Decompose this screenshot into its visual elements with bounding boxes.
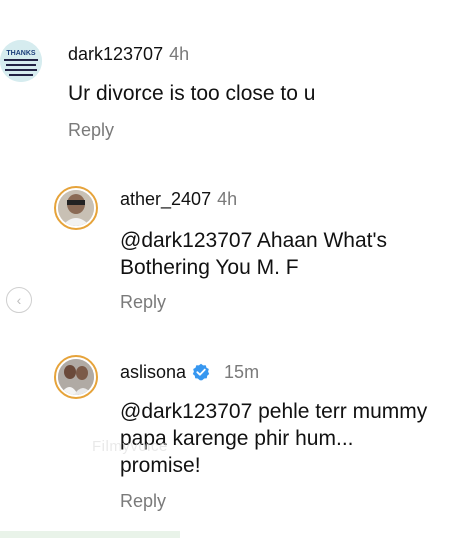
reply-button[interactable]: Reply <box>120 491 166 512</box>
timestamp: 4h <box>217 189 238 209</box>
avatar[interactable] <box>54 186 98 230</box>
watermark: Filmyvoice <box>92 438 168 455</box>
verified-badge-icon <box>192 363 210 381</box>
chevron-left-icon[interactable]: ‹ <box>6 287 32 313</box>
avatar-logo-text: THANKS <box>6 50 35 57</box>
username[interactable]: ather_2407 <box>120 189 211 209</box>
timestamp: 15m <box>224 362 260 382</box>
reply-button[interactable]: Reply <box>68 120 114 141</box>
comment-text-line: @dark123707 pehle terr mummy <box>120 400 428 423</box>
comment-text-line: promise! <box>120 454 201 477</box>
reply-button[interactable]: Reply <box>120 292 166 313</box>
username[interactable]: aslisona <box>120 362 186 382</box>
comment-text-line: Bothering You M. F <box>120 256 299 279</box>
avatar[interactable]: THANKS <box>0 40 42 82</box>
comment-text-line: Ur divorce is too close to u <box>68 82 316 105</box>
avatar[interactable] <box>54 355 98 399</box>
bottom-bar <box>0 531 180 538</box>
timestamp: 4h <box>169 44 190 64</box>
comment-text-line: @dark123707 Ahaan What's <box>120 229 388 252</box>
comment-text: @dark123707 Ahaan What's Bothering You M… <box>120 227 387 281</box>
comment-text: Ur divorce is too close to u <box>68 80 315 107</box>
username[interactable]: dark123707 <box>68 44 163 64</box>
